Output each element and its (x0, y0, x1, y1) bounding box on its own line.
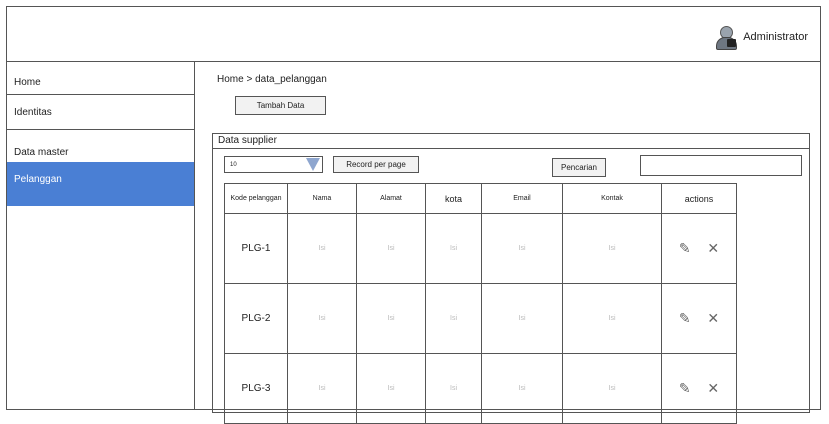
cell-nama: Isi (287, 283, 357, 354)
cell-email: Isi (481, 283, 563, 354)
cell-kontak: Isi (562, 353, 662, 424)
admin-avatar-icon (713, 25, 738, 50)
cell-actions: ✎ ✕ (661, 283, 737, 354)
cell-alamat: Isi (356, 283, 426, 354)
col-header-kode: Kode pelanggan (224, 183, 288, 214)
sidebar-item-identitas[interactable]: Identitas (7, 95, 194, 130)
sidebar-item-label: Identitas (14, 106, 52, 118)
table-row: PLG-3 Isi Isi Isi Isi Isi ✎ ✕ (224, 353, 737, 424)
col-header-kota: kota (425, 183, 482, 214)
table-row: PLG-1 Isi Isi Isi Isi Isi ✎ ✕ (224, 213, 737, 284)
cell-actions: ✎ ✕ (661, 353, 737, 424)
sidebar-item-pelanggan[interactable]: Pelanggan (7, 162, 194, 206)
col-header-actions: actions (661, 183, 737, 214)
cell-kode: PLG-1 (224, 213, 288, 284)
cell-email: Isi (481, 213, 563, 284)
search-input[interactable] (640, 155, 802, 176)
app-window: Administrator Home Identitas Data master… (6, 6, 821, 424)
chevron-down-icon (306, 158, 320, 171)
panel-title: Data supplier (218, 135, 277, 146)
cell-alamat: Isi (356, 353, 426, 424)
sidebar-item-label: Data master (14, 146, 69, 158)
data-panel: Data supplier 10 Record per page Pencari… (212, 133, 810, 424)
delete-icon[interactable]: ✕ (707, 310, 719, 327)
search-button[interactable]: Pencarian (552, 158, 606, 177)
add-data-button[interactable]: Tambah Data (235, 96, 326, 115)
col-header-email: Email (481, 183, 563, 214)
sidebar: Home Identitas Data master Pelanggan (7, 62, 195, 409)
cell-kontak: Isi (562, 283, 662, 354)
cell-kontak: Isi (562, 213, 662, 284)
sidebar-item-label: Pelanggan (14, 174, 62, 185)
main-content: Home > data_pelanggan Tambah Data Data s… (195, 62, 820, 424)
cell-kota: Isi (425, 213, 482, 284)
cell-kode: PLG-3 (224, 353, 288, 424)
cell-kode: PLG-2 (224, 283, 288, 354)
sidebar-item-data-master[interactable]: Data master (7, 142, 194, 162)
edit-icon[interactable]: ✎ (679, 310, 691, 327)
delete-icon[interactable]: ✕ (707, 240, 719, 257)
edit-icon[interactable]: ✎ (679, 240, 691, 257)
cell-kota: Isi (425, 283, 482, 354)
per-page-value: 10 (230, 161, 237, 168)
cell-email: Isi (481, 353, 563, 424)
col-header-alamat: Alamat (356, 183, 426, 214)
sidebar-item-home[interactable]: Home (7, 71, 194, 95)
cell-alamat: Isi (356, 213, 426, 284)
edit-icon[interactable]: ✎ (679, 380, 691, 397)
panel-divider (213, 148, 809, 149)
cell-actions: ✎ ✕ (661, 213, 737, 284)
col-header-nama: Nama (287, 183, 357, 214)
cell-kota: Isi (425, 353, 482, 424)
delete-icon[interactable]: ✕ (707, 380, 719, 397)
cell-nama: Isi (287, 213, 357, 284)
customer-table: Kode pelanggan Nama Alamat kota Email Ko… (224, 183, 737, 424)
cell-nama: Isi (287, 353, 357, 424)
record-per-page-button[interactable]: Record per page (333, 156, 419, 173)
breadcrumb: Home > data_pelanggan (217, 74, 327, 85)
per-page-select[interactable]: 10 (224, 156, 323, 173)
table-header-row: Kode pelanggan Nama Alamat kota Email Ko… (224, 183, 737, 214)
header: Administrator (7, 7, 820, 62)
col-header-kontak: Kontak (562, 183, 662, 214)
user-menu[interactable]: Administrator (713, 25, 808, 50)
sidebar-item-label: Home (14, 77, 41, 88)
user-name: Administrator (743, 31, 808, 43)
table-row: PLG-2 Isi Isi Isi Isi Isi ✎ ✕ (224, 283, 737, 354)
